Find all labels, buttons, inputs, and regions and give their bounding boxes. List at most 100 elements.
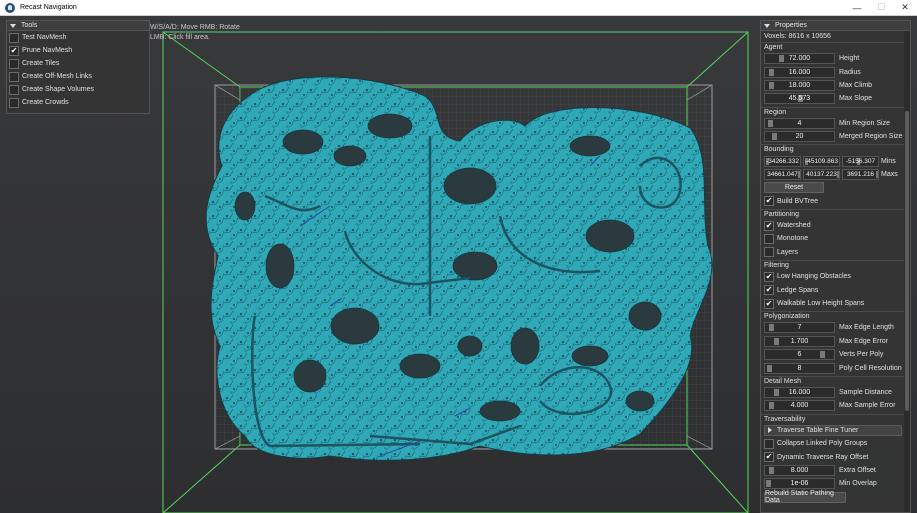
low-hanging-obstacles-checkbox[interactable]: ✔ Low Hanging Obstacles <box>761 270 910 283</box>
slider-grab[interactable] <box>769 68 775 76</box>
checkbox-icon <box>764 247 774 258</box>
param-verts-per-poly: 6 Verts Per Poly <box>761 348 910 361</box>
max-edge-length-label: Max Edge Length <box>839 324 894 332</box>
poly-cell-resolution-label: Poly Cell Resolution <box>839 364 902 372</box>
close-button[interactable]: ✕ <box>893 0 917 16</box>
rebuild-pathing-button[interactable]: Rebuild Static Pathing Data <box>764 490 846 504</box>
max-sample-error-slider[interactable]: 4.000 <box>764 400 835 412</box>
monotone-checkbox[interactable]: Monotone <box>761 232 910 245</box>
param-height: 72.000 Height <box>761 52 910 65</box>
click-hint: LMB: Click fill area. <box>150 34 210 41</box>
param-radius: 16.000 Radius <box>761 65 910 78</box>
ledge-spans-checkbox[interactable]: ✔ Ledge Spans <box>761 283 910 296</box>
bound-min-x-slider[interactable]: -34266.332 <box>764 155 801 167</box>
minimize-button[interactable]: — <box>845 0 869 16</box>
slider-grab[interactable] <box>767 364 773 372</box>
build-bvtree-checkbox[interactable]: ✔ Build BVTree <box>761 195 910 208</box>
scrollbar-thumb[interactable] <box>905 111 909 411</box>
checkbox-icon <box>9 71 19 82</box>
tools-header[interactable]: Tools <box>7 21 149 31</box>
reset-bounds-button[interactable]: Reset <box>764 182 824 194</box>
traverse-table-tuner-button[interactable]: Traverse Table Fine Tuner <box>764 424 902 436</box>
max-climb-label: Max Climb <box>839 81 873 89</box>
param-max-climb: 18.000 Max Climb <box>761 79 910 92</box>
collapse-linked-poly-checkbox[interactable]: Collapse Linked Poly Groups <box>761 437 910 450</box>
slider-grab[interactable] <box>769 402 775 410</box>
radius-label: Radius <box>839 68 861 76</box>
expand-triangle-icon <box>768 427 772 434</box>
max-climb-slider[interactable]: 18.000 <box>764 79 835 91</box>
properties-scrollbar[interactable] <box>904 31 910 512</box>
section-filtering: Filtering <box>761 260 910 270</box>
verts-per-poly-slider[interactable]: 6 <box>764 349 835 361</box>
tool-item-create-off-mesh-links[interactable]: Create Off-Mesh Links <box>7 70 149 83</box>
param-sample-distance: 16.000 Sample Distance <box>761 386 910 399</box>
watershed-checkbox[interactable]: ✔ Watershed <box>761 219 910 232</box>
slider-grab[interactable] <box>769 324 775 332</box>
dynamic-traverse-checkbox[interactable]: ✔ Dynamic Traverse Ray Offset <box>761 450 910 463</box>
slider-grab[interactable] <box>769 466 775 474</box>
slider-grab[interactable] <box>768 81 774 89</box>
walkable-low-height-spans-checkbox[interactable]: ✔ Walkable Low Height Spans <box>761 297 910 310</box>
check-icon: ✔ <box>764 452 774 463</box>
sample-distance-slider[interactable]: 16.000 <box>764 387 835 398</box>
slider-grab[interactable] <box>773 337 779 345</box>
radius-slider[interactable]: 16.000 <box>764 66 835 78</box>
check-icon: ✔ <box>9 45 19 56</box>
height-slider[interactable]: 72.000 <box>764 53 835 65</box>
mins-label: Mins <box>881 157 896 165</box>
voxel-count: Voxels: 8616 x 10656 <box>764 32 831 40</box>
check-icon: ✔ <box>764 196 774 207</box>
bound-min-z-slider[interactable]: -5156.307 <box>842 155 879 167</box>
min-overlap-slider[interactable]: 1e-06 <box>764 478 835 490</box>
section-detail-mesh: Detail Mesh <box>761 375 910 386</box>
properties-header[interactable]: Properties <box>761 21 910 31</box>
collapse-triangle-icon <box>764 23 770 28</box>
checkbox-icon <box>9 84 19 95</box>
slider-grab[interactable] <box>773 389 779 396</box>
tool-item-create-crowds[interactable]: Create Crowds <box>7 96 149 109</box>
min-region-size-slider[interactable]: 4 <box>764 117 835 129</box>
layers-checkbox[interactable]: Layers <box>761 246 910 259</box>
title-bar: Recast Navigation — ☐ ✕ <box>0 0 917 16</box>
max-slope-label: Max Slope <box>839 95 873 103</box>
max-slope-slider[interactable]: 45.573 <box>764 93 835 105</box>
param-poly-cell-resolution: 8 Poly Cell Resolution <box>761 361 910 374</box>
bound-min-y-slider[interactable]: -45109.863 <box>803 155 840 167</box>
section-agent: Agent <box>761 42 910 52</box>
slider-grab[interactable] <box>767 119 773 127</box>
poly-cell-resolution-slider[interactable]: 8 <box>764 362 835 374</box>
maximize-button[interactable]: ☐ <box>869 0 893 16</box>
extra-offset-slider[interactable]: 8.000 <box>764 464 835 476</box>
check-icon: ✔ <box>764 285 774 296</box>
bound-max-z-slider[interactable]: 3691.216 <box>842 168 879 180</box>
slider-grab[interactable] <box>772 133 778 141</box>
slider-grab[interactable] <box>778 55 784 63</box>
max-edge-error-slider[interactable]: 1.700 <box>764 335 835 347</box>
controls-hint: W/S/A/D: Move RMB: Rotate <box>150 24 240 31</box>
param-max-slope: 45.573 Max Slope <box>761 92 910 105</box>
slider-grab[interactable] <box>766 480 771 488</box>
maxs-label: Maxs <box>881 170 898 178</box>
section-bounding: Bounding <box>761 144 910 154</box>
tool-item-prune-navmesh[interactable]: ✔ Prune NavMesh <box>7 44 149 57</box>
tool-item-create-tiles[interactable]: Create Tiles <box>7 57 149 70</box>
min-overlap-label: Min Overlap <box>839 480 877 488</box>
tool-item-create-shape-volumes[interactable]: Create Shape Volumes <box>7 83 149 96</box>
checkbox-icon <box>764 233 774 244</box>
app-icon <box>5 2 15 13</box>
slider-grab[interactable] <box>819 351 825 359</box>
extra-offset-label: Extra Offset <box>839 466 876 474</box>
section-partitioning: Partitioning <box>761 208 910 219</box>
bound-max-y-slider[interactable]: 40137.223 <box>803 168 840 180</box>
sample-distance-label: Sample Distance <box>839 389 892 396</box>
check-icon: ✔ <box>764 271 774 282</box>
min-region-size-label: Min Region Size <box>839 119 890 127</box>
merged-region-size-slider[interactable]: 20 <box>764 131 835 143</box>
check-icon: ✔ <box>764 220 774 231</box>
bound-max-x-slider[interactable]: 34661.047 <box>764 168 801 180</box>
max-edge-length-slider[interactable]: 7 <box>764 322 835 334</box>
tool-item-test-navmesh[interactable]: Test NavMesh <box>7 31 149 44</box>
param-max-edge-error: 1.700 Max Edge Error <box>761 335 910 348</box>
param-merged-region-size: 20 Merged Region Size <box>761 130 910 143</box>
